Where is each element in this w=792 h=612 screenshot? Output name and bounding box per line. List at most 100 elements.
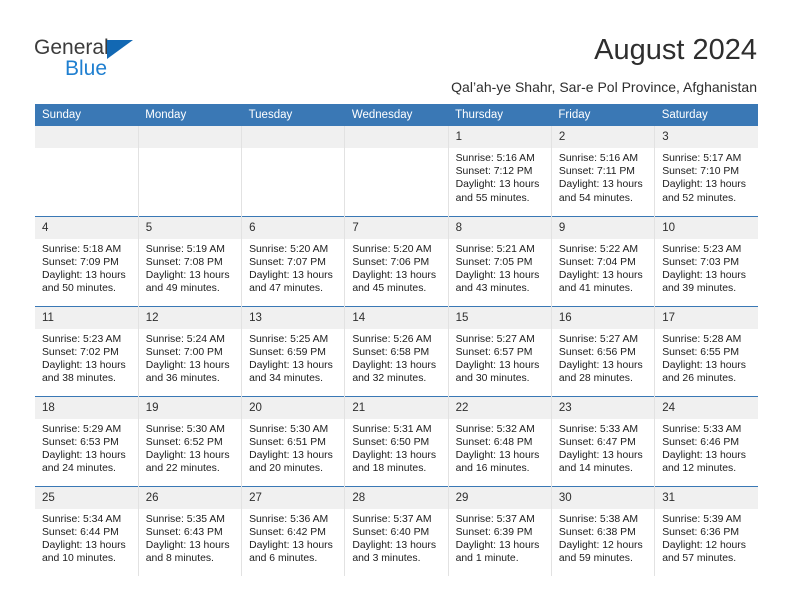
calendar-day-cell[interactable]: 22 Sunrise: 5:32 AM Sunset: 6:48 PM Dayligh… [448, 395, 552, 486]
sunrise-text: Sunrise: 5:31 AM [352, 423, 432, 435]
calendar-day-cell[interactable]: 27 Sunrise: 5:36 AM Sunset: 6:42 PM Dayligh… [241, 485, 346, 576]
sunrise-text: Sunrise: 5:39 AM [662, 513, 742, 525]
daylight-text-line2: and 12 minutes. [662, 463, 737, 475]
sunrise-text: Sunrise: 5:27 AM [558, 333, 639, 345]
day-details [242, 148, 344, 152]
day-details: Sunrise: 5:36 AM Sunset: 6:42 PM Daylight:… [242, 509, 344, 566]
sunset-text: Sunset: 7:10 PM [662, 166, 740, 178]
calendar-day-cell[interactable]: 2 Sunrise: 5:16 AM Sunset: 7:11 PM Daylight… [551, 126, 656, 216]
daylight-text-line1: Daylight: 13 hours [145, 539, 230, 551]
sunrise-text: Sunrise: 5:17 AM [662, 153, 742, 164]
calendar-day-cell[interactable]: 7 Sunrise: 5:20 AM Sunset: 7:06 PM Daylight… [344, 215, 449, 306]
calendar-day-cell[interactable]: 18 Sunrise: 5:29 AM Sunset: 6:53 PM Dayligh… [35, 395, 139, 486]
daylight-text-line2: and 3 minutes. [352, 553, 421, 565]
calendar-day-cell[interactable]: 17 Sunrise: 5:28 AM Sunset: 6:55 PM Dayligh… [654, 305, 758, 396]
calendar-day-cell[interactable]: 4 Sunrise: 5:18 AM Sunset: 7:09 PM Daylight… [35, 215, 139, 306]
day-details: Sunrise: 5:22 AM Sunset: 7:04 PM Daylight:… [552, 239, 654, 296]
calendar-day-cell[interactable]: 5 Sunrise: 5:19 AM Sunset: 7:08 PM Daylight… [138, 215, 243, 306]
sunset-text: Sunset: 6:46 PM [662, 436, 740, 448]
daylight-text-line2: and 20 minutes. [249, 463, 323, 475]
day-number: 9 [551, 217, 654, 239]
calendar-day-cell[interactable]: 16 Sunrise: 5:27 AM Sunset: 6:56 PM Dayligh… [551, 305, 656, 396]
daylight-text-line2: and 59 minutes. [558, 553, 633, 565]
weekday-header-friday: Friday [551, 104, 655, 126]
daylight-text-line2: and 54 minutes. [558, 192, 633, 204]
daylight-text-line1: Daylight: 13 hours [145, 449, 230, 461]
day-details: Sunrise: 5:27 AM Sunset: 6:56 PM Daylight:… [552, 329, 654, 386]
sunrise-text: Sunrise: 5:29 AM [42, 423, 122, 435]
day-number: 5 [138, 217, 241, 239]
calendar-day-cell[interactable]: 26 Sunrise: 5:35 AM Sunset: 6:43 PM Dayligh… [138, 485, 243, 576]
daylight-text-line2: and 38 minutes. [42, 373, 116, 385]
calendar-day-cell[interactable]: 3 Sunrise: 5:17 AM Sunset: 7:10 PM Daylight… [654, 126, 758, 216]
calendar-day-cell[interactable]: 14 Sunrise: 5:26 AM Sunset: 6:58 PM Dayligh… [344, 305, 449, 396]
daylight-text-line2: and 49 minutes. [145, 283, 220, 295]
sunrise-text: Sunrise: 5:26 AM [352, 333, 432, 345]
day-details: Sunrise: 5:21 AM Sunset: 7:05 PM Daylight:… [449, 239, 551, 296]
brand-logo[interactable]: General Blue [34, 36, 274, 92]
day-number: 1 [448, 126, 551, 148]
sunset-text: Sunset: 6:38 PM [558, 526, 636, 538]
day-number [345, 126, 448, 148]
sunrise-text: Sunrise: 5:30 AM [249, 423, 329, 435]
calendar-day-cell[interactable]: 19 Sunrise: 5:30 AM Sunset: 6:52 PM Dayligh… [138, 395, 243, 486]
daylight-text-line1: Daylight: 13 hours [42, 359, 126, 371]
calendar-day-cell[interactable]: 9 Sunrise: 5:22 AM Sunset: 7:04 PM Daylight… [551, 215, 656, 306]
daylight-text-line2: and 18 minutes. [352, 463, 427, 475]
daylight-text-line1: Daylight: 13 hours [42, 539, 126, 551]
calendar-day-cell[interactable]: 30 Sunrise: 5:38 AM Sunset: 6:38 PM Dayligh… [551, 485, 656, 576]
daylight-text-line2: and 55 minutes. [455, 192, 530, 204]
sunset-text: Sunset: 6:59 PM [249, 346, 326, 358]
sunset-text: Sunset: 6:51 PM [249, 436, 326, 448]
daylight-text-line1: Daylight: 13 hours [662, 359, 746, 371]
sunset-text: Sunset: 6:56 PM [558, 346, 636, 358]
sunrise-text: Sunrise: 5:35 AM [145, 513, 225, 525]
day-number [35, 126, 138, 148]
sunrise-text: Sunrise: 5:24 AM [145, 333, 225, 345]
sunset-text: Sunset: 7:09 PM [42, 256, 119, 268]
calendar-day-cell[interactable]: 12 Sunrise: 5:24 AM Sunset: 7:00 PM Dayligh… [138, 305, 243, 396]
day-number: 21 [345, 397, 448, 419]
daylight-text-line1: Daylight: 13 hours [249, 359, 333, 371]
day-number: 20 [242, 397, 344, 419]
calendar-day-cell[interactable]: 10 Sunrise: 5:23 AM Sunset: 7:03 PM Dayligh… [654, 215, 758, 306]
daylight-text-line1: Daylight: 13 hours [558, 359, 643, 371]
calendar-day-cell[interactable]: 24 Sunrise: 5:33 AM Sunset: 6:46 PM Dayligh… [654, 395, 758, 486]
sunrise-text: Sunrise: 5:34 AM [42, 513, 122, 525]
calendar-day-cell[interactable]: 29 Sunrise: 5:37 AM Sunset: 6:39 PM Dayligh… [448, 485, 552, 576]
sunset-text: Sunset: 6:47 PM [558, 436, 636, 448]
day-number: 26 [138, 487, 241, 509]
weekday-header-wednesday: Wednesday [344, 104, 449, 126]
calendar-day-cell[interactable]: 8 Sunrise: 5:21 AM Sunset: 7:05 PM Daylight… [448, 215, 552, 306]
calendar-cell-empty [35, 126, 139, 216]
day-number: 28 [345, 487, 448, 509]
calendar-day-cell[interactable]: 13 Sunrise: 5:25 AM Sunset: 6:59 PM Dayligh… [241, 305, 346, 396]
sunrise-text: Sunrise: 5:25 AM [249, 333, 329, 345]
calendar-day-cell[interactable]: 11 Sunrise: 5:23 AM Sunset: 7:02 PM Dayligh… [35, 305, 139, 396]
daylight-text-line1: Daylight: 13 hours [558, 179, 643, 191]
calendar-day-cell[interactable]: 21 Sunrise: 5:31 AM Sunset: 6:50 PM Dayligh… [344, 395, 449, 486]
calendar-day-cell[interactable]: 31 Sunrise: 5:39 AM Sunset: 6:36 PM Dayligh… [654, 485, 758, 576]
calendar-week-row: 1 Sunrise: 5:16 AM Sunset: 7:12 PM Daylight… [35, 126, 758, 216]
calendar-day-cell[interactable]: 1 Sunrise: 5:16 AM Sunset: 7:12 PM Daylight… [448, 126, 552, 216]
calendar-day-cell[interactable]: 6 Sunrise: 5:20 AM Sunset: 7:07 PM Daylight… [241, 215, 346, 306]
daylight-text-line1: Daylight: 12 hours [558, 539, 643, 551]
triangle-icon [107, 40, 133, 59]
sunset-text: Sunset: 7:00 PM [145, 346, 223, 358]
sunset-text: Sunset: 6:58 PM [352, 346, 430, 358]
daylight-text-line1: Daylight: 13 hours [249, 449, 333, 461]
day-number: 23 [551, 397, 654, 419]
day-number: 31 [655, 487, 758, 509]
calendar-day-cell[interactable]: 20 Sunrise: 5:30 AM Sunset: 6:51 PM Dayligh… [241, 395, 346, 486]
sunrise-text: Sunrise: 5:32 AM [455, 423, 535, 435]
day-number: 8 [448, 217, 551, 239]
day-details: Sunrise: 5:23 AM Sunset: 7:03 PM Daylight:… [655, 239, 758, 296]
calendar-day-cell[interactable]: 28 Sunrise: 5:37 AM Sunset: 6:40 PM Dayligh… [344, 485, 449, 576]
sunrise-text: Sunrise: 5:36 AM [249, 513, 329, 525]
day-number: 2 [551, 126, 654, 148]
day-details: Sunrise: 5:17 AM Sunset: 7:10 PM Daylight:… [655, 148, 758, 205]
daylight-text-line1: Daylight: 13 hours [249, 539, 333, 551]
calendar-day-cell[interactable]: 23 Sunrise: 5:33 AM Sunset: 6:47 PM Dayligh… [551, 395, 656, 486]
calendar-day-cell[interactable]: 15 Sunrise: 5:27 AM Sunset: 6:57 PM Dayligh… [448, 305, 552, 396]
calendar-day-cell[interactable]: 25 Sunrise: 5:34 AM Sunset: 6:44 PM Dayligh… [35, 485, 139, 576]
